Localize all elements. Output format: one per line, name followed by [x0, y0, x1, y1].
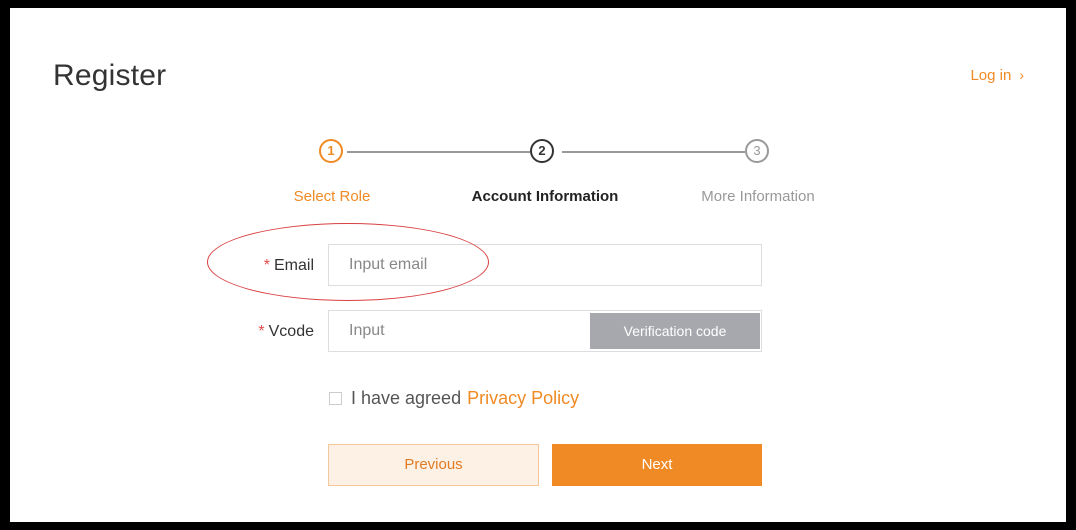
- email-label: * Email: [204, 257, 314, 275]
- email-input[interactable]: [328, 244, 762, 286]
- verification-code-button[interactable]: Verification code: [590, 313, 760, 349]
- chevron-right-icon: ›: [1019, 67, 1024, 83]
- step-3-indicator: 3: [745, 139, 769, 163]
- privacy-agreement: I have agreed Privacy Policy: [329, 388, 579, 409]
- login-label: Log in: [970, 67, 1012, 84]
- privacy-policy-link[interactable]: Privacy Policy: [467, 388, 579, 409]
- step-1-label: Select Role: [293, 188, 371, 205]
- agree-checkbox[interactable]: [329, 392, 342, 405]
- register-page: Register Log in › 1 2 3 Select Role Accou…: [10, 8, 1066, 522]
- vcode-label: * Vcode: [204, 323, 314, 341]
- login-link[interactable]: Log in ›: [970, 67, 1024, 84]
- vcode-label-text: Vcode: [268, 323, 314, 340]
- required-mark: *: [263, 257, 270, 274]
- step-1-indicator: 1: [319, 139, 343, 163]
- previous-button[interactable]: Previous: [328, 444, 539, 486]
- step-connector-1: [347, 151, 530, 153]
- step-2-label: Account Information: [471, 188, 619, 205]
- page-title: Register: [53, 59, 167, 92]
- step-3-label: More Information: [701, 188, 815, 205]
- required-mark: *: [258, 323, 265, 340]
- email-label-text: Email: [273, 257, 314, 274]
- next-button[interactable]: Next: [552, 444, 762, 486]
- step-connector-2: [562, 151, 745, 153]
- agree-text: I have agreed: [351, 388, 462, 408]
- step-2-indicator: 2: [530, 139, 554, 163]
